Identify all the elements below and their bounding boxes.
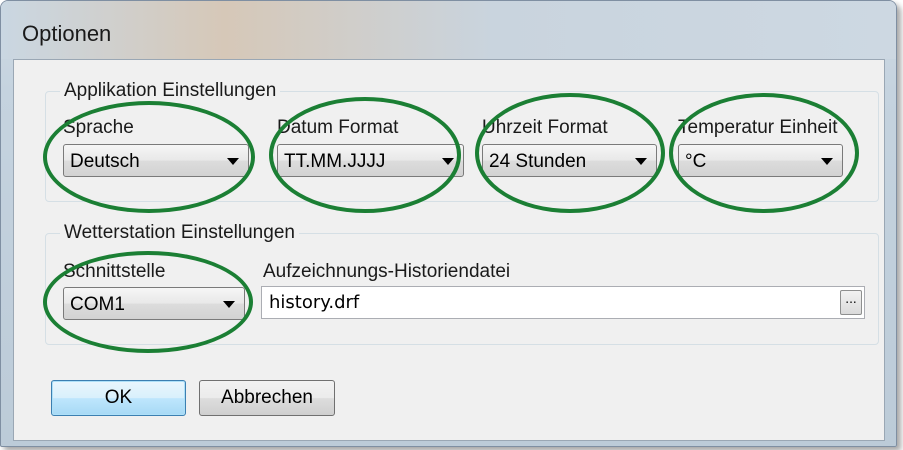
interface-label: Schnittstelle	[63, 261, 166, 282]
language-select-value: Deutsch	[70, 151, 140, 172]
chevron-down-icon	[223, 301, 235, 308]
browse-button[interactable]: ...	[840, 290, 862, 315]
dialog-content: Applikation Einstellungen Sprache Deutsc…	[13, 59, 885, 441]
time-format-label: Uhrzeit Format	[482, 117, 608, 138]
history-file-input[interactable]: history.drf ...	[261, 286, 865, 319]
date-format-select-value: TT.MM.JJJJ	[284, 151, 386, 172]
interface-select-value: COM1	[70, 294, 125, 315]
time-format-select-value: 24 Stunden	[489, 151, 587, 172]
ok-button[interactable]: OK	[51, 380, 186, 416]
temperature-unit-label: Temperatur Einheit	[678, 117, 838, 138]
language-select[interactable]: Deutsch	[63, 144, 249, 177]
history-file-label: Aufzeichnungs-Historiendatei	[263, 261, 511, 282]
title-bar[interactable]: Optionen	[1, 1, 896, 59]
chevron-down-icon	[635, 158, 647, 165]
window-title: Optionen	[22, 21, 112, 46]
chevron-down-icon	[227, 158, 239, 165]
time-format-select[interactable]: 24 Stunden	[482, 144, 657, 177]
options-dialog: Optionen Applikation Einstellungen Sprac…	[0, 0, 897, 447]
date-format-select[interactable]: TT.MM.JJJJ	[277, 144, 464, 177]
temperature-unit-select[interactable]: °C	[678, 144, 843, 177]
date-format-label: Datum Format	[277, 117, 399, 138]
interface-select[interactable]: COM1	[63, 287, 245, 320]
chevron-down-icon	[442, 158, 454, 165]
cancel-button[interactable]: Abbrechen	[199, 380, 335, 416]
language-label: Sprache	[63, 117, 134, 138]
app-settings-group-title: Applikation Einstellungen	[60, 80, 281, 102]
station-settings-group-title: Wetterstation Einstellungen	[60, 222, 299, 244]
temperature-unit-select-value: °C	[685, 151, 707, 172]
chevron-down-icon	[821, 158, 833, 165]
history-file-value: history.drf	[269, 292, 360, 313]
